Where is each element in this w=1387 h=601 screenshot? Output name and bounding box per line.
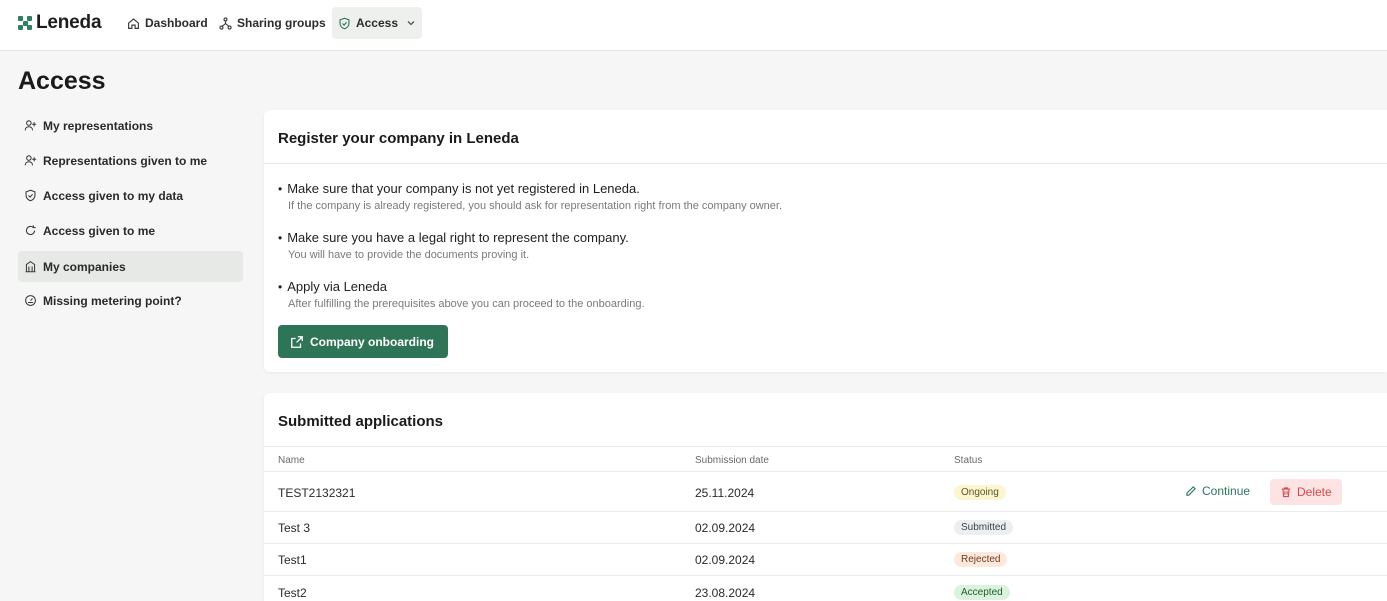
application-name: Test 3 xyxy=(278,521,311,535)
register-company-card: Register your company in Leneda • Make su… xyxy=(264,110,1387,372)
card-divider xyxy=(264,163,1387,164)
requirement-item: • Make sure you have a legal right to rep… xyxy=(278,230,629,261)
shield-icon xyxy=(339,17,350,29)
nav-access[interactable]: Access xyxy=(332,7,422,39)
continue-button[interactable]: Continue xyxy=(1185,478,1250,504)
register-card-title: Register your company in Leneda xyxy=(278,130,519,147)
column-header-name[interactable]: Name xyxy=(278,455,305,466)
nav-access-label: Access xyxy=(355,16,399,30)
chevron-down-icon xyxy=(407,21,415,26)
requirement-hint: After fulfilling the prerequisites above… xyxy=(288,298,645,310)
requirement-text: Make sure you have a legal right to repr… xyxy=(287,230,629,245)
user-plus-icon xyxy=(24,120,37,131)
sidebar-item-access-given-to-my-data[interactable]: Access given to my data xyxy=(18,180,243,211)
delete-label: Delete xyxy=(1297,485,1332,499)
pencil-icon xyxy=(1186,486,1196,496)
bullet: • xyxy=(278,230,283,245)
sidebar-item-label: Access given to me xyxy=(43,223,156,238)
submitted-applications-card: Submitted applications Name Submission d… xyxy=(264,393,1387,601)
requirement-item: • Apply via Leneda After fulfilling the p… xyxy=(278,279,645,310)
status-badge: Ongoing xyxy=(954,485,1006,500)
submission-date: 02.09.2024 xyxy=(695,553,756,567)
applications-card-title: Submitted applications xyxy=(278,413,444,430)
table-row[interactable]: Test2 23.08.2024 Accepted xyxy=(264,575,1387,601)
nav-sharing-groups-label: Sharing groups xyxy=(237,16,326,30)
share-icon xyxy=(219,16,232,30)
delete-button[interactable]: Delete xyxy=(1270,479,1342,505)
sidebar-item-label: Missing metering point? xyxy=(43,293,182,308)
sidebar-item-label: Access given to my data xyxy=(43,188,184,203)
top-navigation-bar: Leneda Dashboard Sharing groups Access xyxy=(0,0,1387,51)
table-row[interactable]: Test1 02.09.2024 Rejected xyxy=(264,543,1387,575)
home-icon xyxy=(128,17,139,29)
application-name: TEST2132321 xyxy=(278,486,356,500)
requirement-text: Make sure that your company is not yet r… xyxy=(287,181,640,196)
gauge-icon xyxy=(25,295,36,306)
submission-date: 23.08.2024 xyxy=(695,586,756,600)
sidebar-item-label: My companies xyxy=(43,259,126,274)
leneda-logo-icon xyxy=(18,16,32,30)
bullet: • xyxy=(278,181,283,196)
sidebar-item-my-representations[interactable]: My representations xyxy=(18,110,243,141)
brand-name: Leneda xyxy=(36,12,102,33)
sidebar-item-label: Representations given to me xyxy=(43,153,208,168)
status-badge: Accepted xyxy=(954,585,1010,600)
trash-icon xyxy=(1281,487,1291,498)
card-divider xyxy=(264,446,1387,447)
leneda-logo[interactable]: Leneda xyxy=(18,12,102,34)
column-header-status[interactable]: Status xyxy=(954,455,982,466)
sidebar-item-access-given-to-me[interactable]: Access given to me xyxy=(18,215,243,246)
nav-dashboard[interactable]: Dashboard xyxy=(121,7,214,39)
building-icon xyxy=(25,260,36,273)
status-badge: Rejected xyxy=(954,552,1008,567)
continue-label: Continue xyxy=(1202,484,1251,498)
submission-date: 25.11.2024 xyxy=(695,486,755,500)
application-name: Test1 xyxy=(278,553,307,567)
column-header-submission-date[interactable]: Submission date xyxy=(695,455,769,466)
nav-sharing-groups[interactable]: Sharing groups xyxy=(213,7,332,39)
sidebar-item-representations-given-to-me[interactable]: Representations given to me xyxy=(18,145,243,176)
status-badge: Submitted xyxy=(954,520,1014,535)
bullet: • xyxy=(278,279,283,294)
table-row[interactable]: Test 3 02.09.2024 Submitted xyxy=(264,511,1387,543)
sidebar-item-missing-metering-point[interactable]: Missing metering point? xyxy=(18,285,243,316)
table-row[interactable]: TEST2132321 25.11.2024 Ongoing Continue … xyxy=(264,471,1387,512)
company-onboarding-button[interactable]: Company onboarding xyxy=(278,325,448,358)
sidebar-item-label: My representations xyxy=(43,118,154,133)
sidebar-item-my-companies[interactable]: My companies xyxy=(18,251,243,282)
nav-dashboard-label: Dashboard xyxy=(145,16,208,30)
requirement-item: • Make sure that your company is not yet … xyxy=(278,181,782,212)
submission-date: 02.09.2024 xyxy=(695,521,756,535)
requirement-hint: You will have to provide the documents p… xyxy=(288,249,530,261)
company-onboarding-label: Company onboarding xyxy=(310,334,434,349)
application-name: Test2 xyxy=(278,586,307,600)
page-title: Access xyxy=(18,67,106,95)
user-plus-icon xyxy=(24,155,37,166)
refresh-icon xyxy=(25,225,36,236)
requirement-text: Apply via Leneda xyxy=(287,279,387,294)
shield-icon xyxy=(25,189,36,202)
external-link-icon xyxy=(291,335,303,348)
requirement-hint: If the company is already registered, yo… xyxy=(288,200,783,212)
